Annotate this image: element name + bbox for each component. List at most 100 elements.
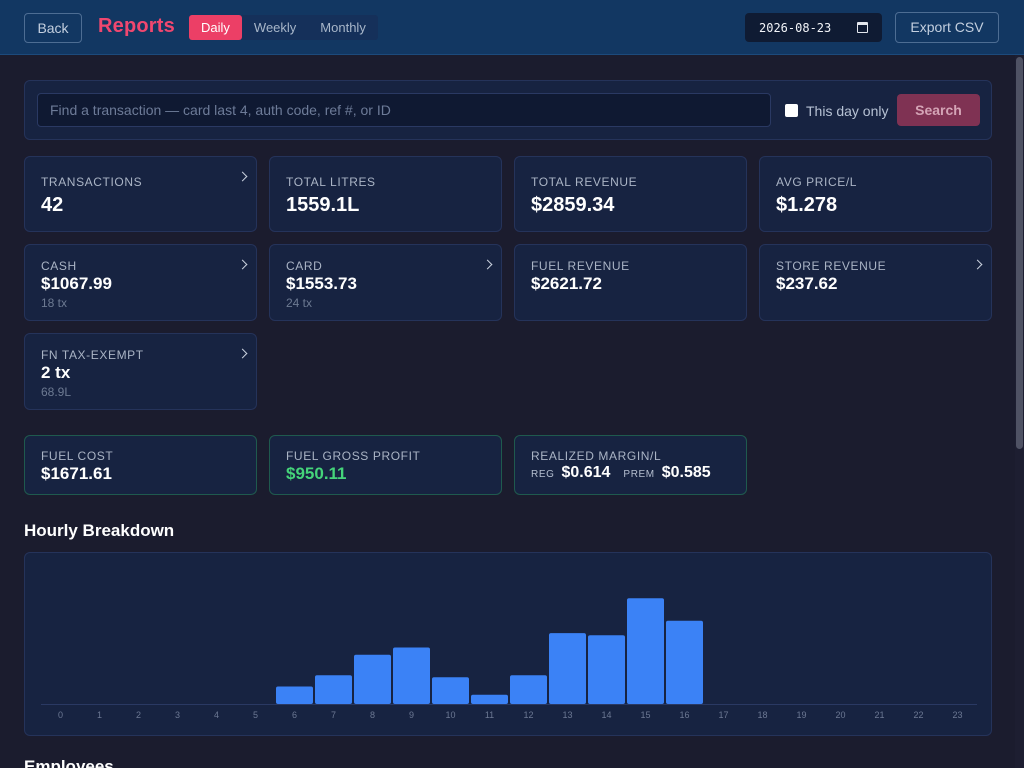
stat-value: $1067.99	[41, 274, 112, 293]
stat-value: $2859.34	[531, 194, 615, 216]
bar-hour-16[interactable]	[666, 620, 703, 704]
export-csv-button[interactable]: Export CSV	[895, 12, 999, 43]
stat-card-card[interactable]: CARD $1553.73 24 tx	[269, 244, 502, 321]
tick-label-hour-15: 15	[640, 710, 650, 720]
stat-label: CASH	[41, 259, 77, 273]
this-day-only-checkbox[interactable]	[785, 104, 798, 117]
stat-sub: 24 tx	[286, 296, 313, 310]
stat-label: CARD	[286, 259, 323, 273]
hourly-chart-svg: 0 1 2 3 4 5 6 7 8 9 10 11 12 13 14 15 16 17 18 19 20 21 22 23	[41, 598, 977, 720]
tick-label-hour-16: 16	[679, 710, 689, 720]
tick-label-hour-18: 18	[757, 710, 767, 720]
date-value: 2026-08-23	[759, 20, 832, 35]
stat-label: REALIZED MARGIN/L	[531, 449, 662, 463]
tick-label-hour-22: 22	[913, 710, 923, 720]
tick-label-hour-9: 9	[409, 710, 414, 720]
stat-sub: 18 tx	[41, 296, 68, 310]
chevron-right-icon[interactable]	[237, 171, 248, 182]
stat-card-cash[interactable]: CASH $1067.99 18 tx	[24, 244, 257, 321]
stat-value: 42	[41, 194, 64, 216]
bar-hour-7[interactable]	[315, 675, 352, 704]
stat-label: FUEL COST	[41, 449, 114, 463]
bar-hour-8[interactable]	[354, 654, 391, 704]
tick-label-hour-2: 2	[136, 710, 141, 720]
stat-label: FUEL GROSS PROFIT	[286, 449, 421, 463]
stat-card-realized-margin: REALIZED MARGIN/L REG $0.614 PREM $0.585	[514, 435, 747, 495]
search-button[interactable]: Search	[897, 94, 980, 126]
stat-value: $1553.73	[286, 274, 357, 293]
tick-label-hour-17: 17	[718, 710, 728, 720]
bar-hour-11[interactable]	[471, 694, 508, 704]
tick-label-hour-7: 7	[331, 710, 336, 720]
stat-label: TOTAL REVENUE	[531, 175, 638, 189]
chevron-right-icon[interactable]	[237, 348, 248, 359]
tick-label-hour-12: 12	[523, 710, 533, 720]
stat-label: FN TAX-EXEMPT	[41, 348, 144, 362]
bar-hour-13[interactable]	[549, 633, 586, 704]
tick-label-hour-6: 6	[292, 710, 297, 720]
stat-card-store-revenue[interactable]: STORE REVENUE $237.62	[759, 244, 992, 321]
stat-card-total-litres: TOTAL LITRES 1559.1L	[269, 156, 502, 232]
bar-hour-12[interactable]	[510, 675, 547, 704]
tab-weekly[interactable]: Weekly	[242, 15, 308, 40]
tick-label-hour-0: 0	[58, 710, 63, 720]
bar-hour-10[interactable]	[432, 677, 469, 704]
stat-card-fuel-gross-profit: FUEL GROSS PROFIT $950.11	[269, 435, 502, 495]
tick-label-hour-8: 8	[370, 710, 375, 720]
tick-label-hour-14: 14	[601, 710, 611, 720]
stat-card-total-revenue: TOTAL REVENUE $2859.34	[514, 156, 747, 232]
tab-daily[interactable]: Daily	[189, 15, 242, 40]
section-title-hourly: Hourly Breakdown	[24, 521, 175, 540]
date-input[interactable]: 2026-08-23	[745, 13, 882, 42]
search-panel: This day only Search	[24, 80, 992, 140]
chevron-right-icon[interactable]	[972, 259, 983, 270]
stat-card-transactions[interactable]: TRANSACTIONS 42	[24, 156, 257, 232]
section-title-employees: Employees	[24, 757, 114, 768]
period-tabs: Daily Weekly Monthly	[189, 15, 378, 40]
stat-value: $1.278	[776, 194, 838, 216]
stat-label: FUEL REVENUE	[531, 259, 630, 273]
tick-label-hour-1: 1	[97, 710, 102, 720]
stat-value: $1671.61	[41, 464, 112, 483]
scrollbar[interactable]	[1015, 55, 1024, 768]
bar-hour-6[interactable]	[276, 686, 313, 705]
prem-label: PREM	[623, 469, 655, 480]
bar-hour-9[interactable]	[393, 647, 430, 705]
tick-label-hour-13: 13	[562, 710, 572, 720]
stat-value: $237.62	[776, 274, 838, 293]
page-title: Reports	[98, 15, 175, 37]
stat-card-fn-tax-exempt[interactable]: FN TAX-EXEMPT 2 tx 68.9L	[24, 333, 257, 410]
stat-label: TOTAL LITRES	[286, 175, 376, 189]
tick-label-hour-19: 19	[796, 710, 806, 720]
bar-hour-14[interactable]	[588, 635, 625, 704]
stat-card-fuel-revenue: FUEL REVENUE $2621.72	[514, 244, 747, 321]
tick-label-hour-20: 20	[835, 710, 845, 720]
stat-sub: 68.9L	[41, 385, 72, 399]
search-input[interactable]	[37, 93, 771, 127]
stat-label: AVG PRICE/L	[776, 175, 858, 189]
this-day-only-label[interactable]: This day only	[806, 103, 888, 119]
reg-value: $0.614	[561, 464, 611, 481]
tick-label-hour-10: 10	[445, 710, 455, 720]
calendar-icon[interactable]	[857, 22, 868, 33]
chevron-right-icon[interactable]	[237, 259, 248, 270]
stat-card-avg-price: AVG PRICE/L $1.278	[759, 156, 992, 232]
top-bar: Back Reports Daily Weekly Monthly 2026-0…	[0, 0, 1024, 55]
stat-value: $950.11	[286, 464, 347, 483]
scrollbar-thumb[interactable]	[1016, 57, 1023, 449]
prem-value: $0.585	[661, 464, 711, 481]
stat-value: 2 tx	[41, 363, 71, 382]
stat-label: STORE REVENUE	[776, 259, 887, 273]
stat-value: $2621.72	[531, 274, 602, 293]
tick-label-hour-21: 21	[874, 710, 884, 720]
reg-label: REG	[531, 469, 555, 480]
tab-monthly[interactable]: Monthly	[308, 15, 378, 40]
stat-label: TRANSACTIONS	[41, 175, 143, 189]
hourly-chart: 0 1 2 3 4 5 6 7 8 9 10 11 12 13 14 15 16 17 18 19 20 21 22 23	[24, 552, 992, 736]
tick-label-hour-4: 4	[214, 710, 219, 720]
chevron-right-icon[interactable]	[482, 259, 493, 270]
bar-hour-15[interactable]	[627, 598, 664, 704]
tick-label-hour-23: 23	[952, 710, 962, 720]
stat-card-fuel-cost: FUEL COST $1671.61	[24, 435, 257, 495]
back-button[interactable]: Back	[24, 13, 82, 43]
